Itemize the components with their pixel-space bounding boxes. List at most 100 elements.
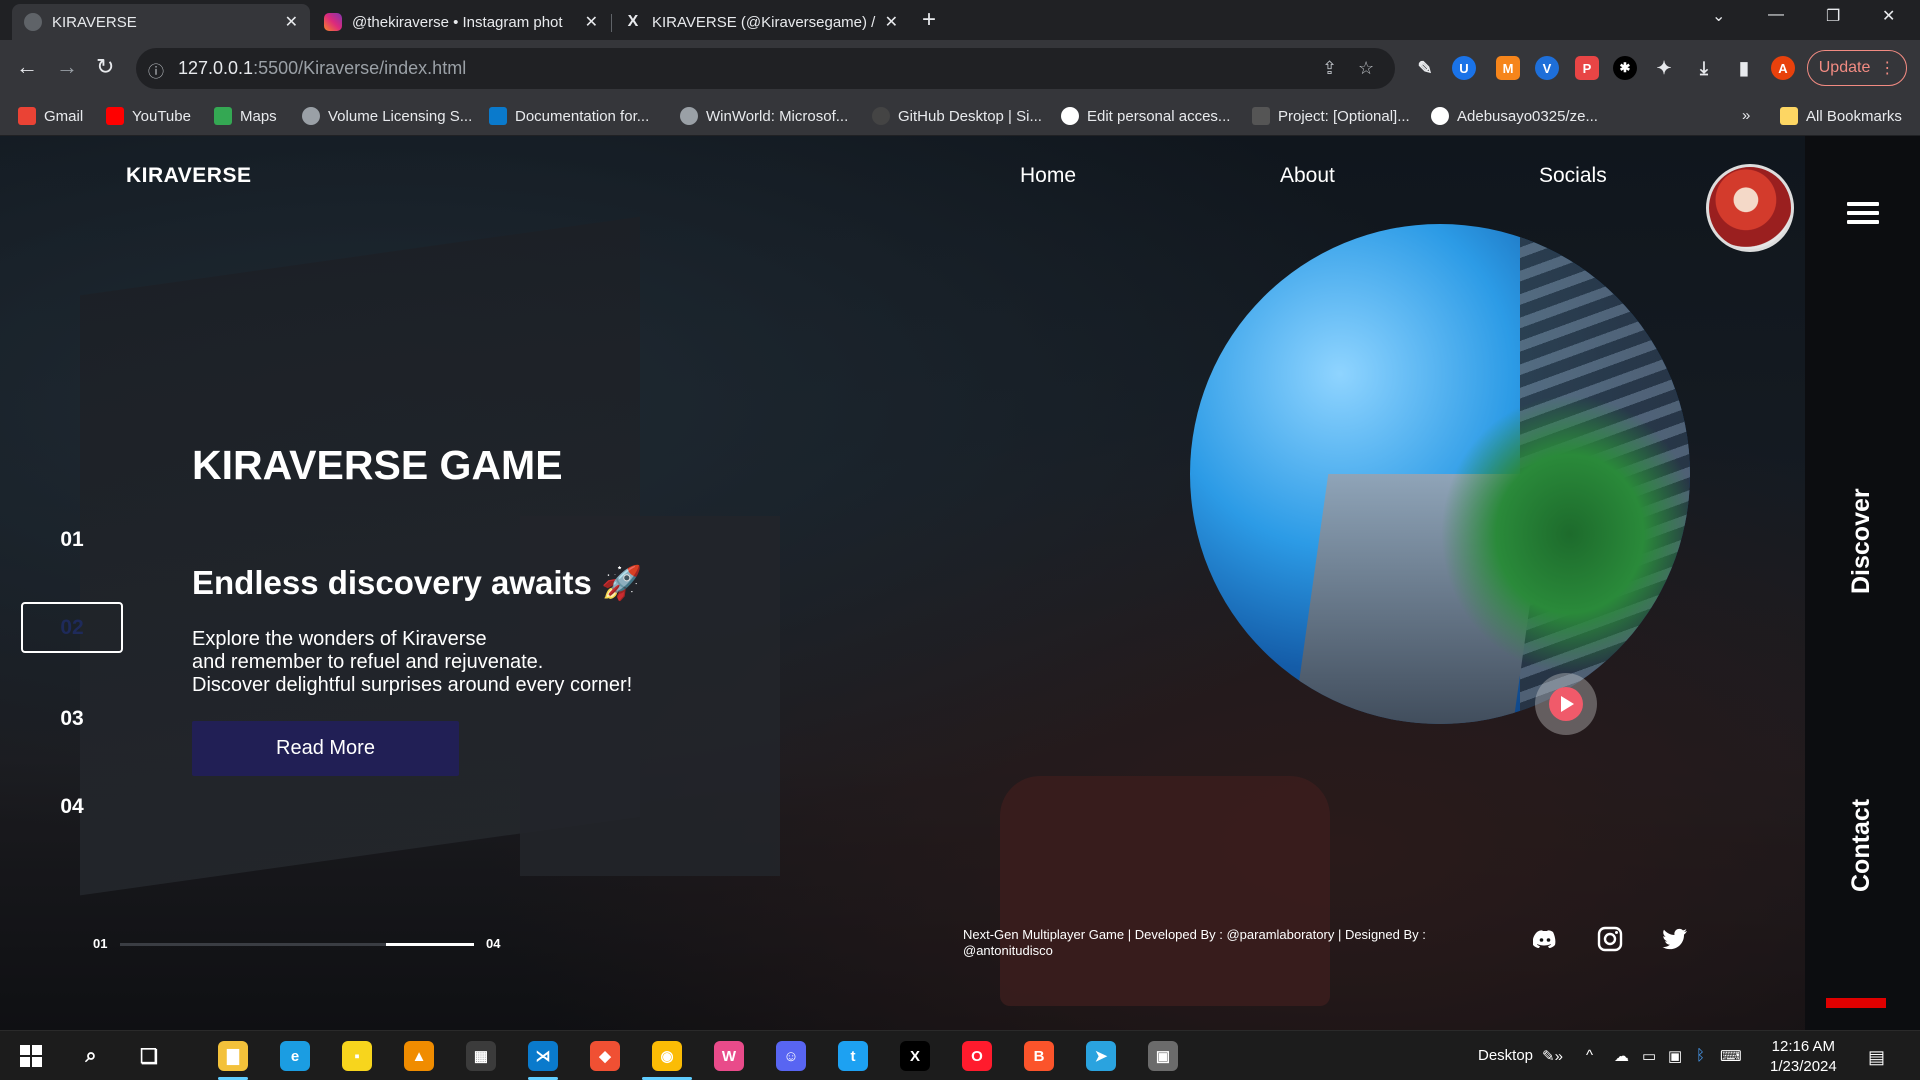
chevron-up-icon[interactable]: ^ [1586,1047,1593,1064]
play-button[interactable] [1535,673,1597,735]
url-text[interactable]: 127.0.0.1:5500/Kiraverse/index.html [178,58,466,79]
bookmark-documentation[interactable]: Documentation for... [489,107,649,125]
extension-dark-icon[interactable]: ✱ [1613,56,1637,80]
discord-icon[interactable]: ☺ [776,1041,806,1071]
clock-time: 12:16 AM [1771,1038,1836,1055]
bookmark-youtube[interactable]: YouTube [106,107,191,125]
brave-icon[interactable]: B [1024,1041,1054,1071]
task-view-icon[interactable]: ❏ [134,1041,164,1071]
twitter-icon[interactable]: t [838,1041,868,1071]
search-icon[interactable]: ⌕ [76,1041,106,1071]
minimize-icon[interactable]: — [1768,6,1784,24]
share-icon[interactable]: ⇪ [1322,58,1337,79]
sidepanel-icon[interactable]: ▮ [1732,56,1756,80]
nav-socials[interactable]: Socials [1539,164,1607,188]
close-icon[interactable]: ✕ [885,12,898,32]
window-close-icon[interactable]: ✕ [1882,6,1895,26]
side-label-contact[interactable]: Contact [1847,799,1876,892]
slide-01[interactable]: 01 [48,528,96,552]
kiraverse-page: KIRAVERSE Home About Socials KIRAVERSE G… [0,136,1920,1030]
site-logo[interactable]: KIRAVERSE [126,164,251,188]
nav-home[interactable]: Home [1020,164,1076,188]
bluetooth-icon[interactable]: ᛒ [1696,1047,1705,1064]
extension-red-icon[interactable]: P [1575,56,1599,80]
discord-icon[interactable] [1532,926,1558,952]
restore-icon[interactable]: ❐ [1826,6,1840,26]
all-bookmarks[interactable]: All Bookmarks [1780,107,1902,125]
read-more-button[interactable]: Read More [192,721,459,776]
network-icon[interactable]: ▣ [1668,1047,1682,1065]
info-icon[interactable]: ⓘ [148,58,164,82]
calculator-icon[interactable]: ▦ [466,1041,496,1071]
edge-icon[interactable]: e [280,1041,310,1071]
windows-start-icon[interactable] [16,1041,46,1071]
close-icon[interactable]: ✕ [585,12,598,32]
vpn-icon[interactable]: V [1535,56,1559,80]
progress-start: 01 [93,936,108,951]
instagram-icon[interactable] [1597,926,1623,952]
back-icon[interactable]: ← [16,54,38,80]
notes-tray-icon[interactable]: ✎» [1542,1047,1563,1065]
slide-04[interactable]: 04 [48,795,96,819]
bookmark-edit-personal[interactable]: Edit personal acces... [1061,107,1230,125]
chevron-right-icon[interactable]: » [1742,107,1750,124]
clock[interactable]: 12:16 AM 1/23/2024 [1770,1037,1837,1077]
bookmark-adebusayo[interactable]: Adebusayo0325/ze... [1431,107,1598,125]
onedrive-icon[interactable]: ☁ [1614,1047,1629,1065]
vscode-icon [489,107,507,125]
star-icon[interactable]: ☆ [1358,58,1374,79]
slide-03[interactable]: 03 [48,707,96,731]
telegram-icon[interactable]: ➤ [1086,1041,1116,1071]
windows-taskbar: ⌕ ❏ ▇ e ▪ ▲ ▦ ⋊ ◆ ◉ W ☺ t X O B ➤ ▣ Desktop ✎» ^ ☁ ▭ ▣ … [0,1030,1920,1080]
bookmark-maps[interactable]: Maps [214,107,277,125]
globe-icon [24,13,42,31]
side-label-discover[interactable]: Discover [1847,488,1876,594]
address-bar[interactable]: ⓘ 127.0.0.1:5500/Kiraverse/index.html ⇪ … [136,48,1395,89]
photos-icon[interactable]: ▣ [1148,1041,1178,1071]
file-explorer-icon[interactable]: ▇ [218,1041,248,1071]
wps-icon[interactable]: W [714,1041,744,1071]
desktop-label[interactable]: Desktop [1478,1047,1533,1064]
x-icon: X [627,13,639,30]
twitter-icon[interactable] [1662,926,1688,952]
avatar[interactable] [1706,164,1794,252]
bookmark-github-desktop[interactable]: GitHub Desktop | Si... [872,107,1042,125]
vscode-icon[interactable]: ⋊ [528,1041,558,1071]
avatar-profile[interactable]: A [1771,56,1795,80]
plus-icon[interactable]: + [922,6,936,34]
battery-icon[interactable]: ▭ [1642,1047,1656,1065]
close-icon[interactable]: ✕ [285,12,298,32]
vlc-icon[interactable]: ▲ [404,1041,434,1071]
bookmark-project[interactable]: Project: [Optional]... [1252,107,1410,125]
metamask-icon[interactable]: M [1496,56,1520,80]
nav-about[interactable]: About [1280,164,1335,188]
update-button[interactable]: Update ⋮ [1807,50,1907,86]
bookmark-gmail[interactable]: Gmail [18,107,83,125]
forward-icon[interactable]: → [56,54,78,80]
tab-title: @thekiraverse • Instagram phot [352,13,563,31]
tab-kiraverse[interactable]: KIRAVERSE ✕ [12,4,310,40]
opera-icon[interactable]: O [962,1041,992,1071]
bookmark-volume-licensing[interactable]: Volume Licensing S... [302,107,472,125]
git-icon[interactable]: ◆ [590,1041,620,1071]
eyedropper-icon[interactable]: ✎ [1413,56,1437,80]
extension-blue-icon[interactable]: U [1452,56,1476,80]
tab-instagram[interactable]: @thekiraverse • Instagram phot ✕ [312,4,610,40]
progress-fill [385,943,474,946]
reload-icon[interactable]: ↻ [96,54,114,80]
play-icon [1549,687,1583,721]
x-icon[interactable]: X [900,1041,930,1071]
gmail-icon [18,107,36,125]
slide-02[interactable]: 02 [21,602,123,653]
chevron-down-icon[interactable]: ⌄ [1712,6,1725,26]
hamburger-menu-icon[interactable] [1847,202,1879,229]
chrome-icon[interactable]: ◉ [652,1041,682,1071]
hero-image [1190,224,1690,724]
tab-x[interactable]: X KIRAVERSE (@Kiraversegame) / X ✕ [612,4,910,40]
keyboard-icon[interactable]: ⌨ [1720,1047,1742,1065]
notification-icon[interactable]: ▤ [1868,1047,1885,1068]
bookmark-winworld[interactable]: WinWorld: Microsof... [680,107,848,125]
download-icon[interactable]: ⤓ [1692,56,1716,80]
puzzle-icon[interactable]: ✦ [1652,56,1676,80]
sticky-notes-icon[interactable]: ▪ [342,1041,372,1071]
